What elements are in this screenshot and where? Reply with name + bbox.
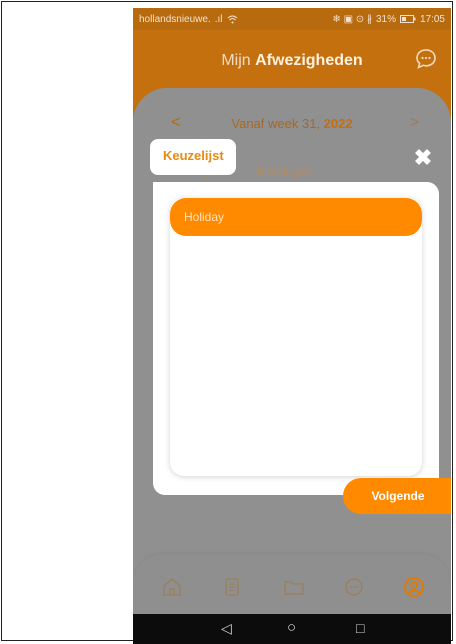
week-navigator: < Vanaf week 31, 2022 > [133, 114, 451, 134]
profile-icon[interactable] [403, 576, 425, 598]
list-item-holiday[interactable]: Holiday [170, 198, 422, 236]
battery-percent: 31% [375, 13, 396, 25]
battery-icon [399, 15, 416, 23]
clock: 17:05 [419, 13, 445, 25]
wifi-icon [227, 15, 237, 23]
status-icons: ❄ ▣ ⊙ ∦ [332, 13, 372, 25]
recents-button[interactable]: □ [356, 621, 370, 635]
chat-icon[interactable] [343, 576, 365, 598]
close-icon[interactable]: ✖ [411, 146, 435, 170]
home-button[interactable]: ○ [287, 620, 301, 635]
option-list: Holiday [170, 198, 422, 476]
week-label-text: Vanaf week 31, [231, 116, 321, 131]
document-icon[interactable] [221, 576, 243, 598]
page-title-bold: Afwezigheden [255, 52, 363, 69]
folder-icon[interactable] [283, 576, 305, 598]
week-label-year: 2022 [323, 116, 353, 131]
back-button[interactable]: ◁ [221, 621, 235, 635]
signal-icon: .ıl [214, 13, 223, 25]
android-nav-bar: ◁ ○ □ [133, 614, 451, 644]
carrier-label: hollandsnieuwe. [139, 13, 211, 25]
home-icon[interactable] [161, 576, 183, 598]
status-bar: hollandsnieuwe. .ıl ❄ ▣ ⊙ ∦ 31% 17:05 [133, 8, 451, 30]
modal-dialog: Holiday [153, 182, 439, 495]
tab-meldingen[interactable]: Meldingen [257, 164, 312, 178]
next-week-button[interactable]: > [410, 114, 419, 132]
phone-screen: hollandsnieuwe. .ıl ❄ ▣ ⊙ ∦ 31% 17:05 Mi… [133, 8, 451, 644]
chat-icon[interactable] [415, 48, 437, 70]
week-label: Vanaf week 31, 2022 [133, 116, 451, 131]
page-title: Mijn Afwezigheden [133, 52, 451, 70]
modal-title: Keuzelijst [150, 139, 236, 175]
page-title-light: Mijn [221, 52, 251, 69]
bottom-nav [133, 554, 451, 614]
next-button[interactable]: Volgende [343, 478, 451, 514]
